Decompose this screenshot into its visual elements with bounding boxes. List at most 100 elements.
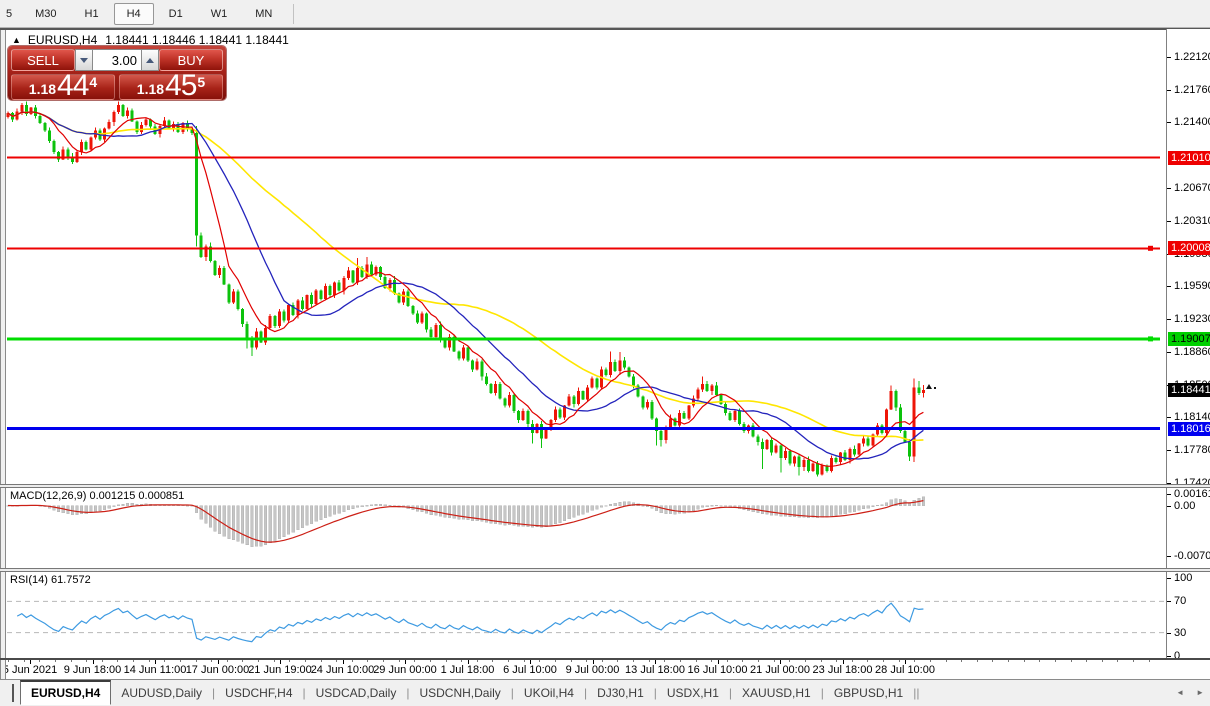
volume-input[interactable]	[93, 49, 141, 71]
axis-tick	[1167, 90, 1171, 91]
axis-tick	[1167, 352, 1171, 353]
chart-tab-usdchf[interactable]: USDCHF,H4	[215, 682, 302, 704]
trading-terminal-window: 5M30H1H4D1W1MN ▲EURUSD,H41.18441 1.18446…	[0, 0, 1210, 706]
buy-button[interactable]: BUY	[159, 49, 223, 71]
rsi-axis-label: 0	[1174, 650, 1180, 662]
chart-tab-dj30[interactable]: DJ30,H1	[587, 682, 654, 704]
time-axis-label: 29 Jun 00:00	[373, 664, 437, 676]
time-minor-tick	[696, 660, 697, 662]
chart-tab-usdcnh[interactable]: USDCNH,Daily	[409, 682, 510, 704]
time-axis-label: 13 Jul 18:00	[625, 664, 685, 676]
tab-scroll-right-icon[interactable]: ►	[1196, 688, 1204, 697]
axis-tick	[1167, 286, 1171, 287]
timeframe-button-H1[interactable]: H1	[72, 3, 112, 25]
chart-tab-audusd[interactable]: AUDUSD,Daily	[111, 682, 212, 704]
buy-price-pipette: 5	[197, 76, 205, 88]
axis-tick	[1167, 122, 1171, 123]
time-axis-label: 1 Jul 18:00	[441, 664, 495, 676]
time-axis-label: 16 Jul 10:00	[688, 664, 748, 676]
time-minor-tick	[367, 660, 368, 662]
time-minor-tick	[211, 660, 212, 662]
buy-price-display[interactable]: 1.18455	[119, 74, 223, 100]
axis-tick	[1167, 494, 1171, 495]
time-axis-label: 9 Jul 00:00	[566, 664, 620, 676]
sell-price-display[interactable]: 1.18444	[11, 74, 115, 100]
time-minor-tick	[914, 660, 915, 662]
time-minor-tick	[524, 660, 525, 662]
line-handle[interactable]	[1148, 336, 1153, 341]
time-minor-tick	[196, 660, 197, 662]
price-marker: 1.18441	[1168, 383, 1210, 397]
time-minor-tick	[899, 660, 900, 662]
price-axis[interactable]: 1.221201.217601.214001.206701.203101.199…	[1166, 29, 1210, 658]
axis-tick	[1167, 417, 1171, 418]
timeframe-button-W1[interactable]: W1	[198, 3, 241, 25]
chart-tab-eurusd[interactable]: EURUSD,H4	[20, 680, 111, 705]
time-minor-tick	[305, 660, 306, 662]
price-axis-label: 1.19230	[1174, 313, 1210, 325]
time-minor-tick	[539, 660, 540, 662]
time-minor-tick	[8, 660, 9, 662]
tab-bar-edge	[12, 684, 14, 702]
time-axis[interactable]: 5 Jun 20219 Jun 18:0014 Jun 11:0017 Jun …	[0, 660, 1166, 679]
time-minor-tick	[836, 660, 837, 662]
moving-average-20	[8, 112, 923, 459]
timeframe-button-M30[interactable]: M30	[22, 3, 69, 25]
time-minor-tick	[602, 660, 603, 662]
panel-splitter[interactable]	[0, 568, 1210, 572]
timeframe-button-D1[interactable]: D1	[156, 3, 196, 25]
time-minor-tick	[477, 660, 478, 662]
time-minor-tick	[430, 660, 431, 662]
chart-tab-usdx[interactable]: USDX,H1	[657, 682, 729, 704]
timeframe-button-5[interactable]: 5	[3, 3, 20, 25]
chart-tab-usdcad[interactable]: USDCAD,Daily	[306, 682, 407, 704]
volume-increase-button[interactable]	[141, 49, 159, 71]
time-minor-tick	[571, 660, 572, 662]
time-minor-tick	[633, 660, 634, 662]
volume-decrease-button[interactable]	[75, 49, 93, 71]
time-minor-tick	[649, 660, 650, 662]
rsi-indicator-canvas[interactable]	[0, 572, 1166, 658]
line-handle[interactable]	[1148, 246, 1153, 251]
axis-tick	[1167, 578, 1171, 579]
time-minor-tick	[274, 660, 275, 662]
axis-tick	[1167, 221, 1171, 222]
tab-separator: |	[916, 686, 919, 700]
time-minor-tick	[789, 660, 790, 662]
tab-scroll-left-icon[interactable]: ◄	[1176, 688, 1184, 697]
chart-tab-xauusd[interactable]: XAUUSD,H1	[732, 682, 821, 704]
collapse-panel-icon[interactable]: ▲	[12, 35, 21, 45]
time-minor-tick	[180, 660, 181, 662]
axis-tick	[1167, 601, 1171, 602]
time-minor-tick	[1024, 660, 1025, 662]
chart-tab-bar: EURUSD,H4AUDUSD,Daily|USDCHF,H4|USDCAD,D…	[0, 679, 1210, 706]
time-minor-tick	[258, 660, 259, 662]
rsi-axis-label: 100	[1174, 572, 1192, 584]
timeframe-button-H4[interactable]: H4	[114, 3, 154, 25]
time-axis-label: 6 Jul 10:00	[503, 664, 557, 676]
time-axis-label: 21 Jul 00:00	[750, 664, 810, 676]
macd-axis-label: 0.00	[1174, 500, 1195, 512]
time-minor-tick	[711, 660, 712, 662]
time-minor-tick	[680, 660, 681, 662]
chart-tab-ukoil[interactable]: UKOil,H4	[514, 682, 584, 704]
time-minor-tick	[1039, 660, 1040, 662]
macd-indicator-label: MACD(12,26,9) 0.001215 0.000851	[10, 490, 184, 502]
timeframe-button-MN[interactable]: MN	[242, 3, 285, 25]
time-axis-label: 21 Jun 19:00	[248, 664, 312, 676]
window-left-edge	[0, 30, 6, 679]
timeframe-toolbar: 5M30H1H4D1W1MN	[0, 0, 1210, 28]
axis-tick	[1167, 656, 1171, 657]
time-minor-tick	[399, 660, 400, 662]
time-minor-tick	[24, 660, 25, 662]
time-minor-tick	[321, 660, 322, 662]
time-minor-tick	[774, 660, 775, 662]
time-minor-tick	[992, 660, 993, 662]
time-minor-tick	[1149, 660, 1150, 662]
time-axis-label: 9 Jun 18:00	[64, 664, 122, 676]
sell-button[interactable]: SELL	[11, 49, 75, 71]
chart-tab-gbpusd[interactable]: GBPUSD,H1	[824, 682, 913, 704]
panel-splitter[interactable]	[0, 484, 1210, 488]
rsi-line	[17, 603, 923, 642]
chart-ohlc-quotes: 1.18441 1.18446 1.18441 1.18441	[105, 33, 289, 47]
